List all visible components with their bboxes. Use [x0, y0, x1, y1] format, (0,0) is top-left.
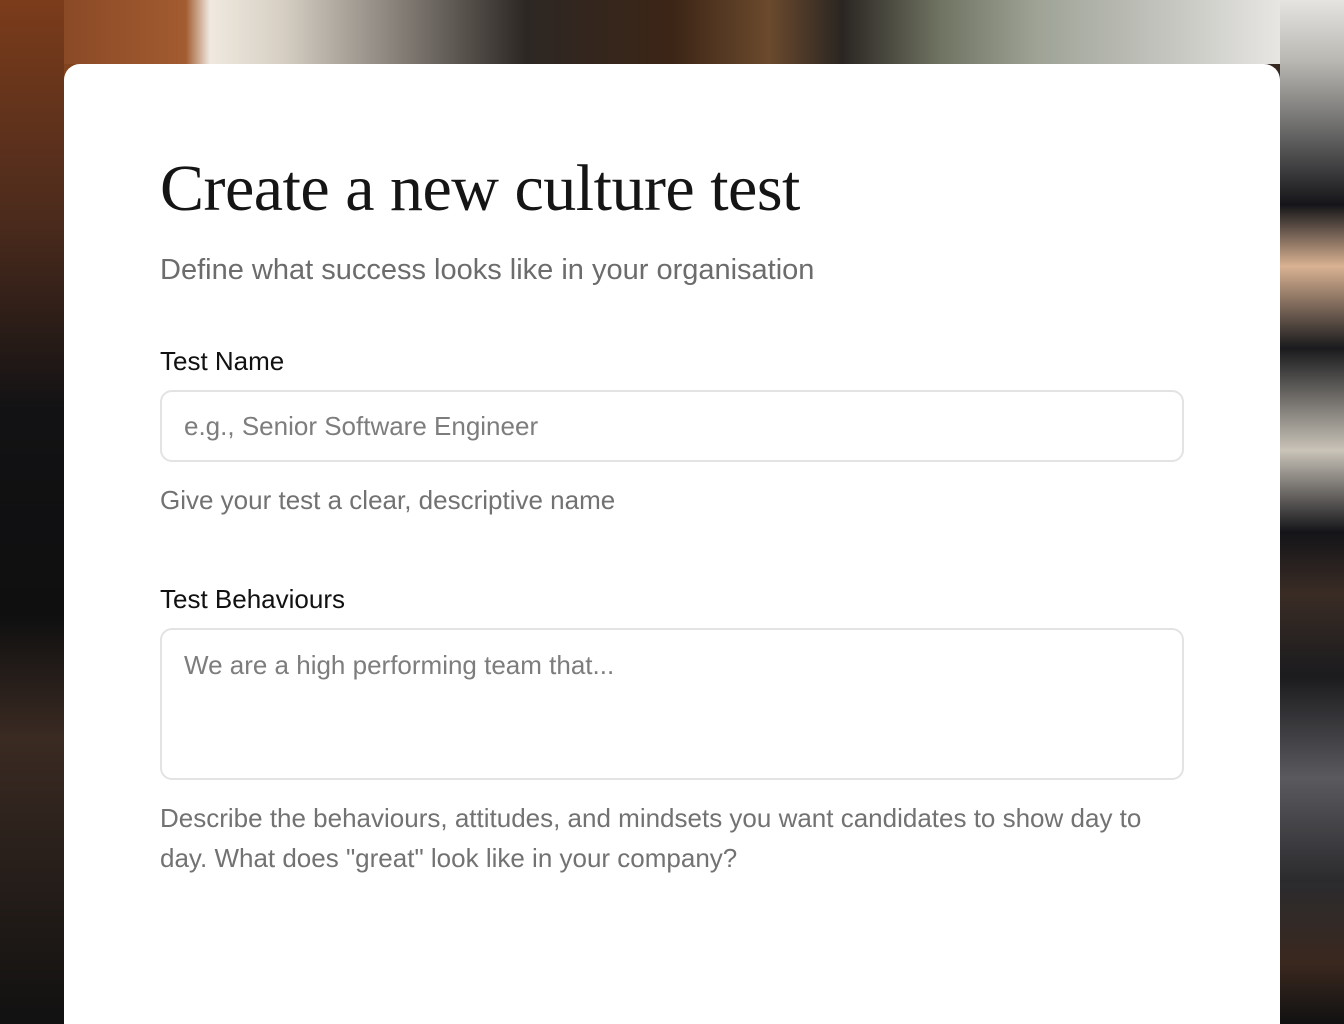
background-photo-top — [64, 0, 1280, 64]
background-photo-right — [1280, 0, 1344, 1024]
create-test-card: Create a new culture test Define what su… — [64, 64, 1280, 1024]
test-name-label: Test Name — [160, 346, 285, 376]
background-photo-left — [0, 0, 64, 1024]
test-behaviours-label: Test Behaviours — [160, 584, 345, 614]
test-name-input[interactable] — [160, 390, 1184, 462]
page-subtitle: Define what success looks like in your o… — [160, 254, 815, 286]
test-name-helper: Give your test a clear, descriptive name — [160, 485, 616, 515]
test-behaviours-helper: Describe the behaviours, attitudes, and … — [160, 803, 1142, 873]
page-title: Create a new culture test — [160, 152, 800, 225]
test-behaviours-textarea[interactable] — [160, 628, 1184, 780]
